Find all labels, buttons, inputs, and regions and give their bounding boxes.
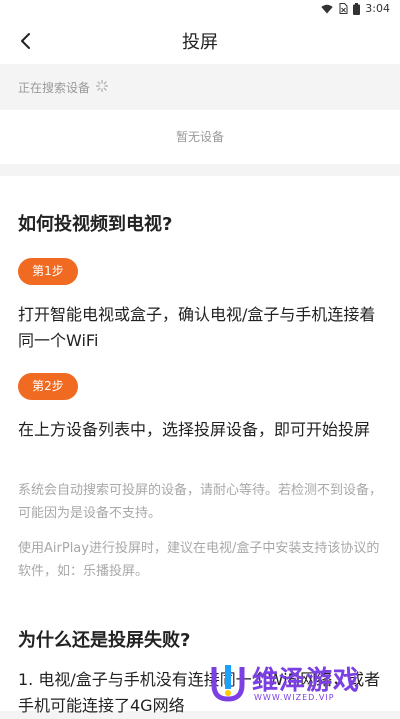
page-title: 投屏 [182,32,218,53]
no-sim-icon [339,3,348,14]
help-panel: 如何投视频到电视? 第1步 打开智能电视或盒子，确认电视/盒子与手机连接着同一个… [0,176,400,715]
watermark-name: 维泽游戏 [252,666,361,696]
status-icons: 3:04 [321,2,390,15]
search-status-row: 正在搜索设备 [0,64,400,110]
status-time: 3:04 [365,2,390,15]
help-heading: 如何投视频到电视? [18,214,173,235]
step-1-badge: 第1步 [18,258,78,285]
watermark: 维泽游戏 WWW.WIZED.VIP [210,660,400,711]
empty-device-text: 暂无设备 [175,130,224,144]
status-bar: 3:04 [0,0,400,18]
failure-heading: 为什么还是投屏失败? [18,630,191,651]
watermark-url: WWW.WIZED.VIP [254,693,335,702]
step-2-text: 在上方设备列表中，选择投屏设备，即可开始投屏 [18,420,371,439]
search-status-text: 正在搜索设备 [18,81,91,95]
watermark-logo-icon [211,665,245,702]
wifi-icon [321,4,333,13]
loading-spinner-icon [96,80,108,92]
step-2-badge: 第2步 [18,373,78,400]
header: 投屏 [0,18,400,64]
device-list: 暂无设备 [0,110,400,164]
battery-icon [353,2,361,15]
note-airplay: 使用AirPlay进行投屏时，建议在电视/盒子中安装支持该协议的软件，如：乐播投… [18,541,380,579]
step-1-text: 打开智能电视或盒子，确认电视/盒子与手机连接着同一个WiFi [18,305,376,350]
note-auto-search: 系统会自动搜索可投屏的设备，请耐心等待。若检测不到设备，可能因为是设备不支持。 [18,483,383,521]
